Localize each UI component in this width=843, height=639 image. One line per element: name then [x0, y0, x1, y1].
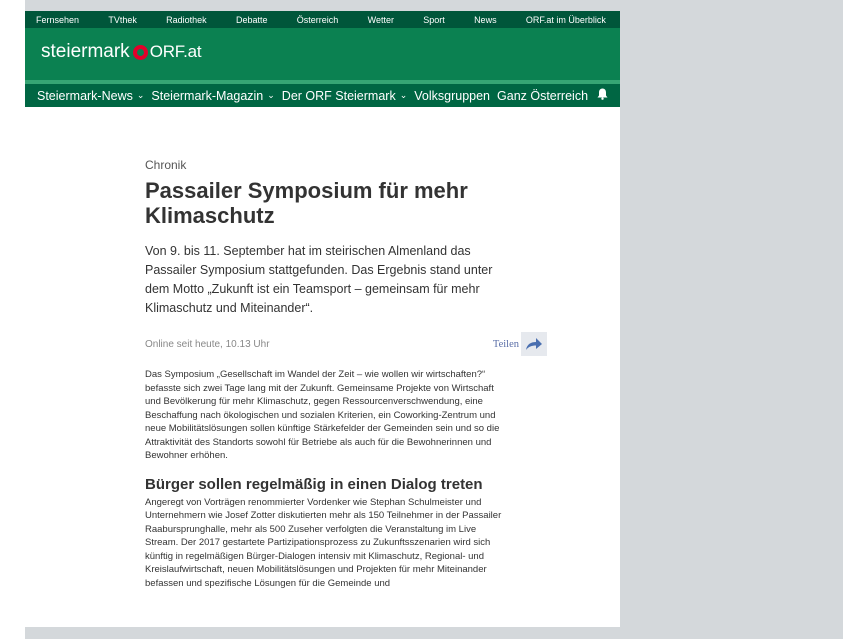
nav-label: Der ORF Steiermark — [281, 88, 396, 103]
article-subheading: Bürger sollen regelmäßig in einen Dialog… — [145, 475, 483, 493]
topnav-fernsehen[interactable]: Fernsehen — [36, 15, 79, 25]
topnav-oesterreich[interactable]: Österreich — [297, 15, 339, 25]
topnav-sport[interactable]: Sport — [423, 15, 445, 25]
article: Chronik Passailer Symposium für mehr Kli… — [145, 158, 547, 590]
top-nav: Fernsehen TVthek Radiothek Debatte Öster… — [25, 11, 620, 28]
topnav-wetter[interactable]: Wetter — [368, 15, 394, 25]
article-category[interactable]: Chronik — [145, 158, 510, 172]
topnav-radiothek[interactable]: Radiothek — [166, 15, 207, 25]
share-arrow-icon — [521, 332, 547, 356]
main-nav: Steiermark-News ⌄ Steiermark-Magazin ⌄ D… — [25, 84, 620, 107]
nav-der-orf-steiermark[interactable]: Der ORF Steiermark ⌄ — [282, 89, 407, 103]
topnav-news[interactable]: News — [474, 15, 497, 25]
nav-steiermark-news[interactable]: Steiermark-News ⌄ — [37, 89, 144, 103]
brand-bar: steiermark ORF.at — [25, 28, 620, 80]
article-title: Passailer Symposium für mehr Klimaschutz — [145, 178, 468, 228]
share-label: Teilen — [492, 338, 519, 350]
nav-volksgruppen[interactable]: Volksgruppen — [414, 89, 490, 103]
chevron-down-icon: ⌄ — [267, 90, 275, 100]
share-button[interactable]: Teilen — [493, 332, 547, 356]
bell-icon[interactable] — [597, 88, 608, 103]
page: Fernsehen TVthek Radiothek Debatte Öster… — [25, 11, 620, 639]
site-logo-link[interactable]: steiermark ORF.at — [41, 41, 202, 63]
topnav-tvthek[interactable]: TVthek — [108, 15, 137, 25]
article-paragraph-2: Angeregt von Vorträgen renommierter Vord… — [145, 496, 502, 589]
article-paragraph-1: Das Symposium „Gesellschaft im Wandel de… — [145, 369, 500, 461]
nav-steiermark-magazin[interactable]: Steiermark-Magazin ⌄ — [151, 89, 274, 103]
article-lead: Von 9. bis 11. September hat im steirisc… — [145, 244, 493, 315]
left-margin — [0, 0, 25, 639]
share-arrow-svg — [526, 338, 542, 350]
content-area: Chronik Passailer Symposium für mehr Kli… — [25, 107, 620, 627]
bell-icon-svg — [597, 88, 608, 100]
topnav-debatte[interactable]: Debatte — [236, 15, 268, 25]
article-meta: Online seit heute, 10.13 Uhr Teilen — [145, 332, 547, 356]
brand-orf: ORF.at — [149, 42, 202, 61]
brand-region: steiermark — [41, 41, 130, 62]
nav-ganz-oesterreich[interactable]: Ganz Österreich — [497, 89, 588, 103]
orf-logo-icon — [132, 44, 148, 60]
publish-date: Online seit heute, 10.13 Uhr — [145, 338, 270, 350]
topnav-overview[interactable]: ORF.at im Überblick — [526, 15, 606, 25]
nav-label: Steiermark-Magazin — [151, 88, 264, 103]
chevron-down-icon: ⌄ — [136, 90, 145, 100]
chevron-down-icon: ⌄ — [399, 90, 408, 100]
nav-label: Steiermark-News — [37, 88, 133, 103]
